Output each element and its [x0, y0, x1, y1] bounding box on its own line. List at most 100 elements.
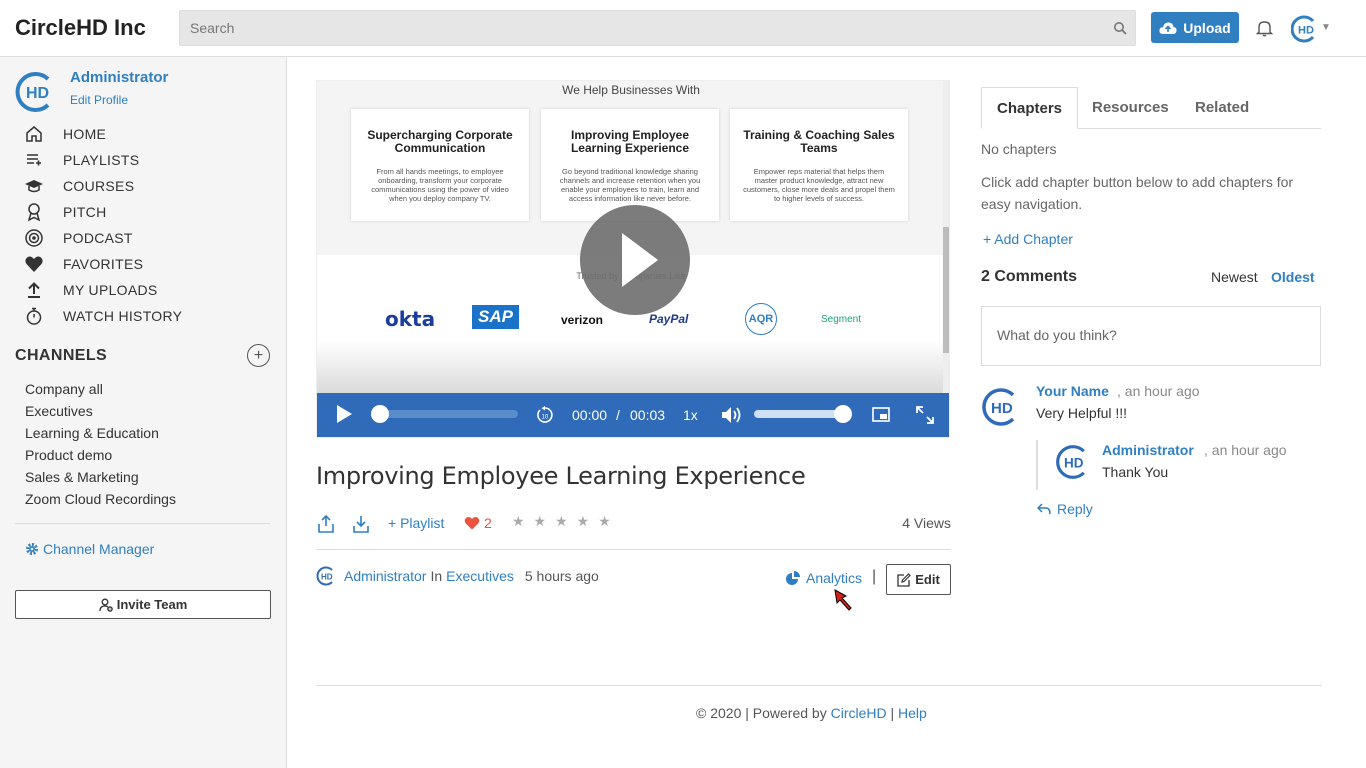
- video-fade: [317, 341, 945, 396]
- search-input[interactable]: [180, 11, 1100, 45]
- reply-author[interactable]: Administrator: [1102, 442, 1194, 458]
- nav-podcast[interactable]: PODCAST: [15, 225, 270, 251]
- search-bar[interactable]: [179, 10, 1136, 46]
- okta-logo: okta: [385, 307, 436, 331]
- add-user-icon: [99, 598, 113, 612]
- invite-team-button[interactable]: Invite Team: [15, 590, 271, 619]
- analytics-link[interactable]: Analytics: [786, 570, 862, 586]
- card-text: From all hands meetings, to employee onb…: [371, 167, 509, 203]
- nav-playlists[interactable]: PLAYLISTS: [15, 147, 270, 173]
- nav-my-uploads[interactable]: MY UPLOADS: [15, 277, 270, 303]
- brand-title[interactable]: CircleHD Inc: [15, 15, 146, 41]
- like-button[interactable]: 2: [464, 515, 492, 531]
- add-to-playlist-button[interactable]: + Playlist: [388, 515, 444, 531]
- divider: [15, 523, 270, 524]
- video-scrollbar[interactable]: [943, 81, 949, 393]
- svg-text:HD: HD: [1298, 25, 1314, 37]
- progress-handle[interactable]: [371, 405, 389, 423]
- reply-icon: [1037, 503, 1051, 515]
- comment-input[interactable]: [982, 307, 1302, 363]
- share-icon[interactable]: [316, 514, 336, 534]
- invite-team-label: Invite Team: [116, 597, 188, 612]
- footer-help-link[interactable]: Help: [898, 705, 927, 721]
- channel-item[interactable]: Learning & Education: [25, 422, 176, 444]
- profile-name[interactable]: Administrator: [70, 69, 168, 86]
- segment-logo: Segment: [821, 314, 862, 325]
- add-chapter-button[interactable]: + Add Chapter: [983, 231, 1073, 247]
- video-player[interactable]: We Help Businesses With Supercharging Co…: [316, 80, 950, 438]
- channel-item[interactable]: Executives: [25, 400, 176, 422]
- svg-text:HD: HD: [991, 400, 1013, 417]
- picture-in-picture-icon[interactable]: [872, 407, 890, 423]
- stopwatch-icon: [26, 307, 42, 325]
- commenter-avatar: HD: [982, 388, 1015, 426]
- add-channel-button[interactable]: +: [247, 344, 270, 367]
- duration: 00:03: [630, 407, 666, 423]
- reply-text: Thank You: [1102, 464, 1169, 480]
- bell-icon[interactable]: [1256, 19, 1273, 37]
- sort-oldest[interactable]: Oldest: [1271, 269, 1315, 285]
- comments-title: 2 Comments: [981, 268, 1078, 285]
- chevron-down-icon[interactable]: ▼: [1321, 22, 1331, 33]
- channel-item[interactable]: Product demo: [25, 444, 176, 466]
- main-nav: HOME PLAYLISTS COURSES PITCH PODCAST FAV…: [15, 121, 270, 329]
- nav-home[interactable]: HOME: [15, 121, 270, 147]
- volume-icon[interactable]: [721, 405, 743, 425]
- video-title: Improving Employee Learning Experience: [316, 462, 806, 490]
- footer: © 2020 | Powered by CircleHD | Help: [696, 705, 927, 721]
- upload-button[interactable]: Upload: [1151, 12, 1239, 43]
- comment-text: Very Helpful !!!: [1036, 405, 1128, 421]
- download-icon[interactable]: [351, 514, 371, 534]
- progress-track[interactable]: [373, 410, 518, 418]
- top-bar: CircleHD Inc Upload HD ▼: [0, 0, 1366, 57]
- nav-pitch[interactable]: PITCH: [15, 199, 270, 225]
- svg-text:HD: HD: [1064, 455, 1084, 470]
- scroll-thumb[interactable]: [943, 227, 949, 353]
- in-label: In: [430, 568, 443, 584]
- profile-avatar[interactable]: HD: [15, 71, 57, 113]
- volume-handle[interactable]: [834, 405, 852, 423]
- play-icon[interactable]: [335, 404, 353, 424]
- comment-time: , an hour ago: [1117, 383, 1200, 399]
- search-icon[interactable]: [1113, 21, 1127, 35]
- nav-label: PODCAST: [63, 230, 133, 246]
- plus-icon: +: [253, 346, 264, 364]
- chapters-help-text: Click add chapter button below to add ch…: [981, 174, 1294, 212]
- paypal-logo: PayPal: [649, 312, 689, 326]
- rating-stars[interactable]: ★★★★★: [512, 513, 620, 530]
- comment-author[interactable]: Your Name: [1036, 383, 1109, 399]
- channel-item[interactable]: Sales & Marketing: [25, 466, 176, 488]
- nav-label: WATCH HISTORY: [63, 308, 183, 324]
- channel-manager-link[interactable]: Channel Manager: [25, 541, 154, 557]
- current-time: 00:00: [572, 407, 608, 423]
- like-count: 2: [484, 515, 492, 531]
- nav-favorites[interactable]: FAVORITES: [15, 251, 270, 277]
- tab-resources[interactable]: Resources: [1077, 87, 1184, 129]
- nav-courses[interactable]: COURSES: [15, 173, 270, 199]
- playback-speed[interactable]: 1x: [683, 407, 698, 423]
- tab-related[interactable]: Related: [1180, 87, 1264, 129]
- big-play-button[interactable]: [580, 205, 690, 315]
- channels-heading: CHANNELS: [15, 347, 108, 364]
- edit-profile-link[interactable]: Edit Profile: [70, 93, 128, 107]
- volume-track[interactable]: [754, 410, 844, 418]
- footer-brand-link[interactable]: CircleHD: [831, 705, 887, 721]
- sort-newest[interactable]: Newest: [1211, 269, 1258, 285]
- player-controls: 10 00:00 / 00:03 1x: [317, 393, 949, 437]
- channel-item[interactable]: Zoom Cloud Recordings: [25, 488, 176, 510]
- edit-button[interactable]: Edit: [886, 564, 951, 595]
- replay-icon[interactable]: 10: [536, 406, 554, 424]
- channel-link[interactable]: Executives: [446, 568, 514, 584]
- reply-time: , an hour ago: [1204, 442, 1287, 458]
- channel-item[interactable]: Company all: [25, 378, 176, 400]
- podcast-icon: [25, 229, 43, 247]
- author-link[interactable]: Administrator: [344, 568, 426, 584]
- comment-box[interactable]: [981, 306, 1321, 366]
- card-title: Improving Employee Learning Experience: [570, 128, 690, 155]
- tab-chapters[interactable]: Chapters: [981, 87, 1079, 129]
- nav-label: HOME: [63, 126, 107, 142]
- nav-watch-history[interactable]: WATCH HISTORY: [15, 303, 270, 329]
- user-avatar[interactable]: HD: [1291, 15, 1319, 43]
- reply-button[interactable]: Reply: [1037, 501, 1093, 517]
- fullscreen-icon[interactable]: [915, 405, 935, 425]
